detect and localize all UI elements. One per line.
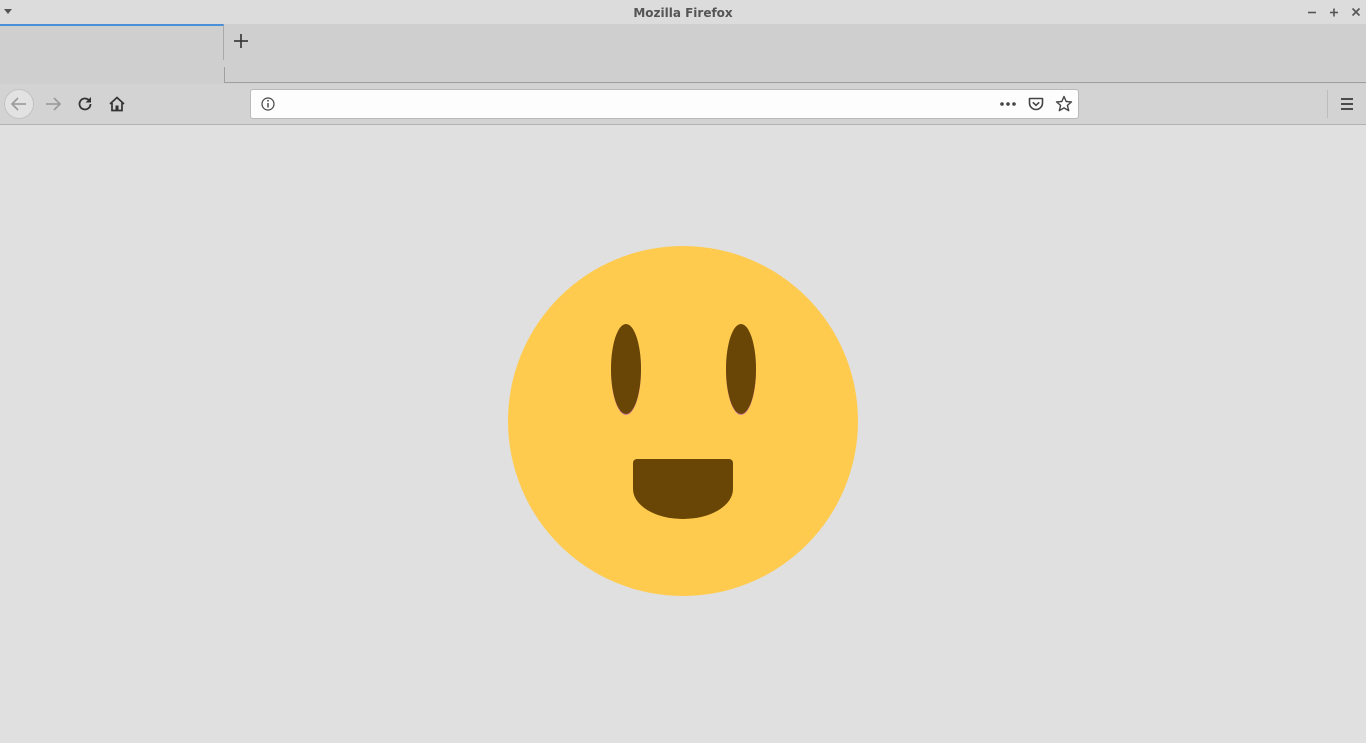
left-eye [611, 324, 641, 414]
toolbar-separator [1327, 90, 1328, 118]
reload-button[interactable] [71, 90, 99, 118]
home-button[interactable] [103, 90, 131, 118]
home-icon [109, 96, 125, 112]
window-title: Mozilla Firefox [633, 6, 733, 20]
close-icon[interactable] [1348, 4, 1364, 20]
forward-button[interactable] [39, 90, 67, 118]
more-dots-icon[interactable] [998, 94, 1018, 114]
back-button[interactable] [4, 89, 34, 119]
reload-icon [78, 97, 92, 111]
url-input[interactable] [281, 93, 985, 117]
tab-active[interactable] [0, 24, 224, 60]
mouth [633, 459, 733, 519]
open-menu-button[interactable] [1333, 90, 1361, 118]
tab-strip [0, 24, 1366, 84]
maximize-icon[interactable] [1326, 4, 1342, 20]
url-bar[interactable] [250, 89, 1079, 119]
page-content [0, 125, 1366, 743]
plus-icon [234, 34, 248, 48]
tab-strip-border [224, 67, 1366, 83]
window-titlebar: Mozilla Firefox [0, 0, 1366, 25]
pocket-icon[interactable] [1026, 94, 1046, 114]
right-eye [726, 324, 756, 414]
navigation-toolbar [0, 84, 1366, 125]
back-arrow-icon [10, 97, 26, 111]
info-icon[interactable] [260, 96, 276, 112]
bookmark-star-icon[interactable] [1054, 94, 1074, 114]
minimize-icon[interactable] [1304, 4, 1320, 20]
hamburger-menu-icon [1341, 98, 1353, 110]
forward-arrow-icon [46, 97, 62, 111]
smiley-face [508, 246, 858, 596]
new-tab-button[interactable] [230, 30, 252, 52]
